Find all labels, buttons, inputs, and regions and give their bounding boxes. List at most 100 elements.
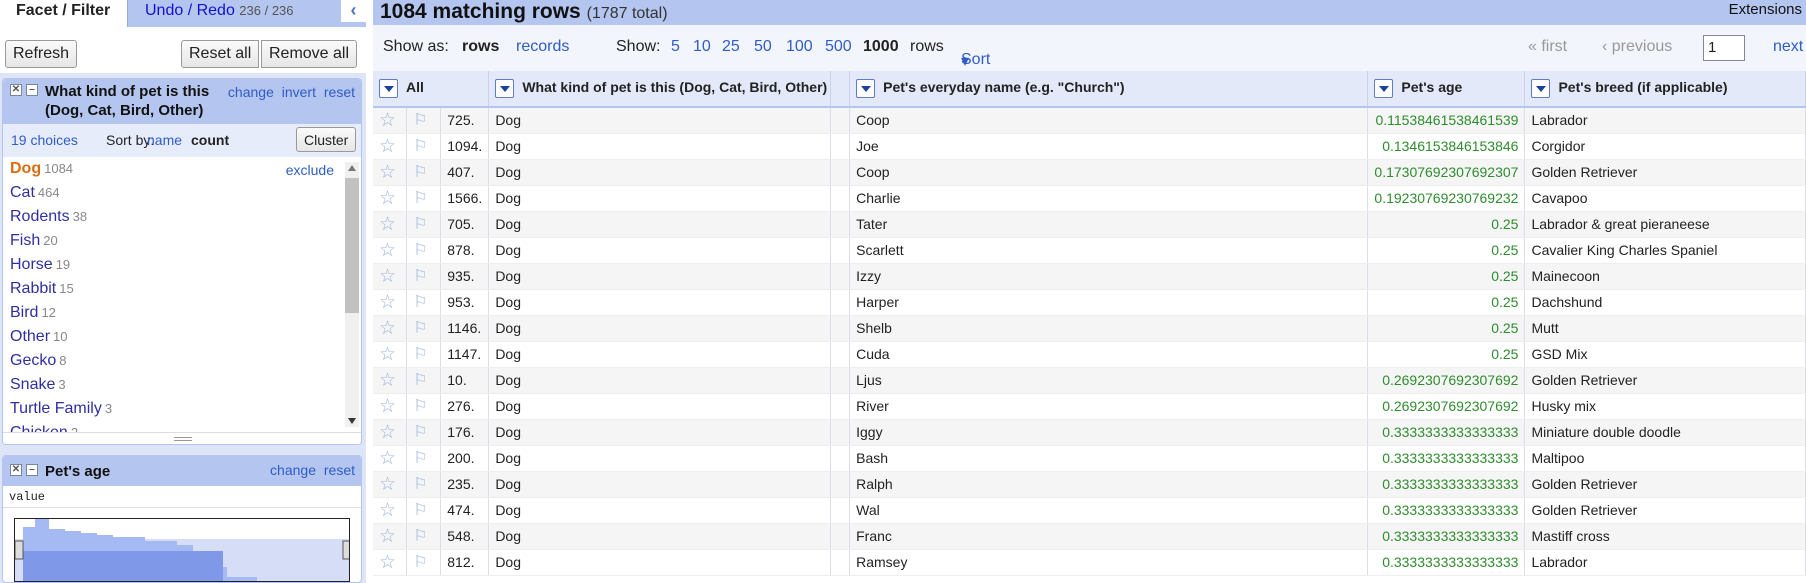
flag-icon[interactable]: ⚐: [413, 346, 427, 363]
cell-name[interactable]: Franc: [849, 523, 1369, 550]
star-icon[interactable]: ☆: [379, 474, 396, 495]
cell-kind[interactable]: Dog: [488, 237, 832, 264]
cell-breed[interactable]: Miniature double doodle: [1524, 419, 1806, 446]
star-cell[interactable]: ☆: [373, 341, 408, 368]
flag-cell[interactable]: ⚐: [406, 471, 442, 498]
sort-name-link[interactable]: name: [147, 132, 182, 148]
choice-label[interactable]: Rodents: [10, 208, 70, 225]
cell-age[interactable]: 0.2692307692307692: [1367, 367, 1526, 394]
cell-age[interactable]: 0.2692307692307692: [1367, 393, 1526, 420]
cell-name[interactable]: Bash: [849, 445, 1369, 472]
tab-undo-redo[interactable]: Undo / Redo 236 / 236: [145, 2, 294, 20]
flag-icon[interactable]: ⚐: [413, 320, 427, 337]
flag-cell[interactable]: ⚐: [406, 133, 442, 160]
cell-age[interactable]: 0.11538461538461539: [1367, 107, 1526, 134]
cell-breed[interactable]: Corgidor: [1524, 133, 1806, 160]
choice-item[interactable]: Horse 19: [10, 256, 70, 274]
choice-label[interactable]: Dog: [10, 160, 41, 177]
choice-scrollbar[interactable]: [345, 162, 359, 427]
star-icon[interactable]: ☆: [379, 396, 396, 417]
cell-kind[interactable]: Dog: [488, 445, 832, 472]
page-size-100[interactable]: 100: [786, 38, 813, 56]
column-menu-icon[interactable]: [1374, 79, 1394, 98]
star-cell[interactable]: ☆: [373, 263, 408, 290]
flag-cell[interactable]: ⚐: [406, 263, 442, 290]
cell-breed[interactable]: Maltipoo: [1524, 445, 1806, 472]
star-icon[interactable]: ☆: [379, 266, 396, 287]
cell-name[interactable]: Ralph: [849, 471, 1369, 498]
flag-cell[interactable]: ⚐: [406, 445, 442, 472]
cell-breed[interactable]: Golden Retriever: [1524, 497, 1806, 524]
collapse-left-button[interactable]: ‹: [341, 0, 366, 22]
cell-age[interactable]: 0.3333333333333333: [1367, 445, 1526, 472]
cell-breed[interactable]: Cavapoo: [1524, 185, 1806, 212]
flag-cell[interactable]: ⚐: [406, 523, 442, 550]
cell-kind[interactable]: Dog: [488, 419, 832, 446]
flag-cell[interactable]: ⚐: [406, 315, 442, 342]
column-header-breed[interactable]: Pet's breed (if applicable): [1524, 71, 1806, 108]
star-cell[interactable]: ☆: [373, 419, 408, 446]
choice-item[interactable]: Fish 20: [10, 232, 58, 250]
cell-kind[interactable]: Dog: [488, 549, 832, 576]
flag-icon[interactable]: ⚐: [413, 294, 427, 311]
flag-icon[interactable]: ⚐: [413, 216, 427, 233]
cell-name[interactable]: Scarlett: [849, 237, 1369, 264]
star-icon[interactable]: ☆: [379, 292, 396, 313]
star-cell[interactable]: ☆: [373, 367, 408, 394]
cell-breed[interactable]: Golden Retriever: [1524, 159, 1806, 186]
cell-breed[interactable]: Labrador: [1524, 107, 1806, 134]
page-size-5[interactable]: 5: [671, 38, 680, 56]
choice-item[interactable]: Gecko 8: [10, 352, 66, 370]
star-cell[interactable]: ☆: [373, 107, 408, 134]
cell-breed[interactable]: Cavalier King Charles Spaniel: [1524, 237, 1806, 264]
star-icon[interactable]: ☆: [379, 240, 396, 261]
flag-icon[interactable]: ⚐: [413, 424, 427, 441]
star-cell[interactable]: ☆: [373, 315, 408, 342]
flag-cell[interactable]: ⚐: [406, 289, 442, 316]
cell-name[interactable]: River: [849, 393, 1369, 420]
flag-icon[interactable]: ⚐: [413, 554, 427, 571]
column-menu-icon[interactable]: [856, 79, 876, 98]
previous-page-link[interactable]: ‹ previous: [1602, 38, 1672, 56]
choice-label[interactable]: Bird: [10, 304, 38, 321]
cell-age[interactable]: 0.25: [1367, 263, 1526, 290]
cell-age[interactable]: 0.25: [1367, 237, 1526, 264]
cell-age[interactable]: 0.1346153846153846: [1367, 133, 1526, 160]
cell-name[interactable]: Charlie: [849, 185, 1369, 212]
column-header-age[interactable]: Pet's age: [1367, 71, 1526, 108]
exclude-link[interactable]: exclude: [286, 162, 334, 178]
choice-item[interactable]: Cat 464: [10, 184, 60, 202]
choice-label[interactable]: Rabbit: [10, 280, 56, 297]
next-page-link[interactable]: next: [1773, 38, 1803, 56]
flag-cell[interactable]: ⚐: [406, 393, 442, 420]
age-histogram[interactable]: [14, 518, 350, 582]
cell-kind[interactable]: Dog: [488, 471, 832, 498]
choice-label[interactable]: Turtle Family: [10, 400, 102, 417]
flag-cell[interactable]: ⚐: [406, 549, 442, 576]
column-menu-icon[interactable]: [495, 79, 515, 98]
facet-resize-handle[interactable]: [3, 432, 361, 444]
star-icon[interactable]: ☆: [379, 344, 396, 365]
choice-item[interactable]: Rabbit 15: [10, 280, 74, 298]
column-menu-icon[interactable]: [1531, 79, 1551, 98]
star-cell[interactable]: ☆: [373, 471, 408, 498]
star-cell[interactable]: ☆: [373, 133, 408, 160]
cell-age[interactable]: 0.3333333333333333: [1367, 419, 1526, 446]
facet-reset-link[interactable]: reset: [324, 84, 355, 100]
flag-cell[interactable]: ⚐: [406, 211, 442, 238]
flag-icon[interactable]: ⚐: [413, 138, 427, 155]
flag-icon[interactable]: ⚐: [413, 372, 427, 389]
cell-breed[interactable]: Mastiff cross: [1524, 523, 1806, 550]
cell-name[interactable]: Coop: [849, 107, 1369, 134]
choice-label[interactable]: Cat: [10, 184, 35, 201]
star-icon[interactable]: ☆: [379, 448, 396, 469]
cell-age[interactable]: 0.25: [1367, 315, 1526, 342]
flag-cell[interactable]: ⚐: [406, 185, 442, 212]
flag-cell[interactable]: ⚐: [406, 107, 442, 134]
flag-icon[interactable]: ⚐: [413, 398, 427, 415]
cell-name[interactable]: Harper: [849, 289, 1369, 316]
cell-breed[interactable]: Mutt: [1524, 315, 1806, 342]
star-cell[interactable]: ☆: [373, 445, 408, 472]
star-cell[interactable]: ☆: [373, 159, 408, 186]
choice-item[interactable]: Other 10: [10, 328, 67, 346]
